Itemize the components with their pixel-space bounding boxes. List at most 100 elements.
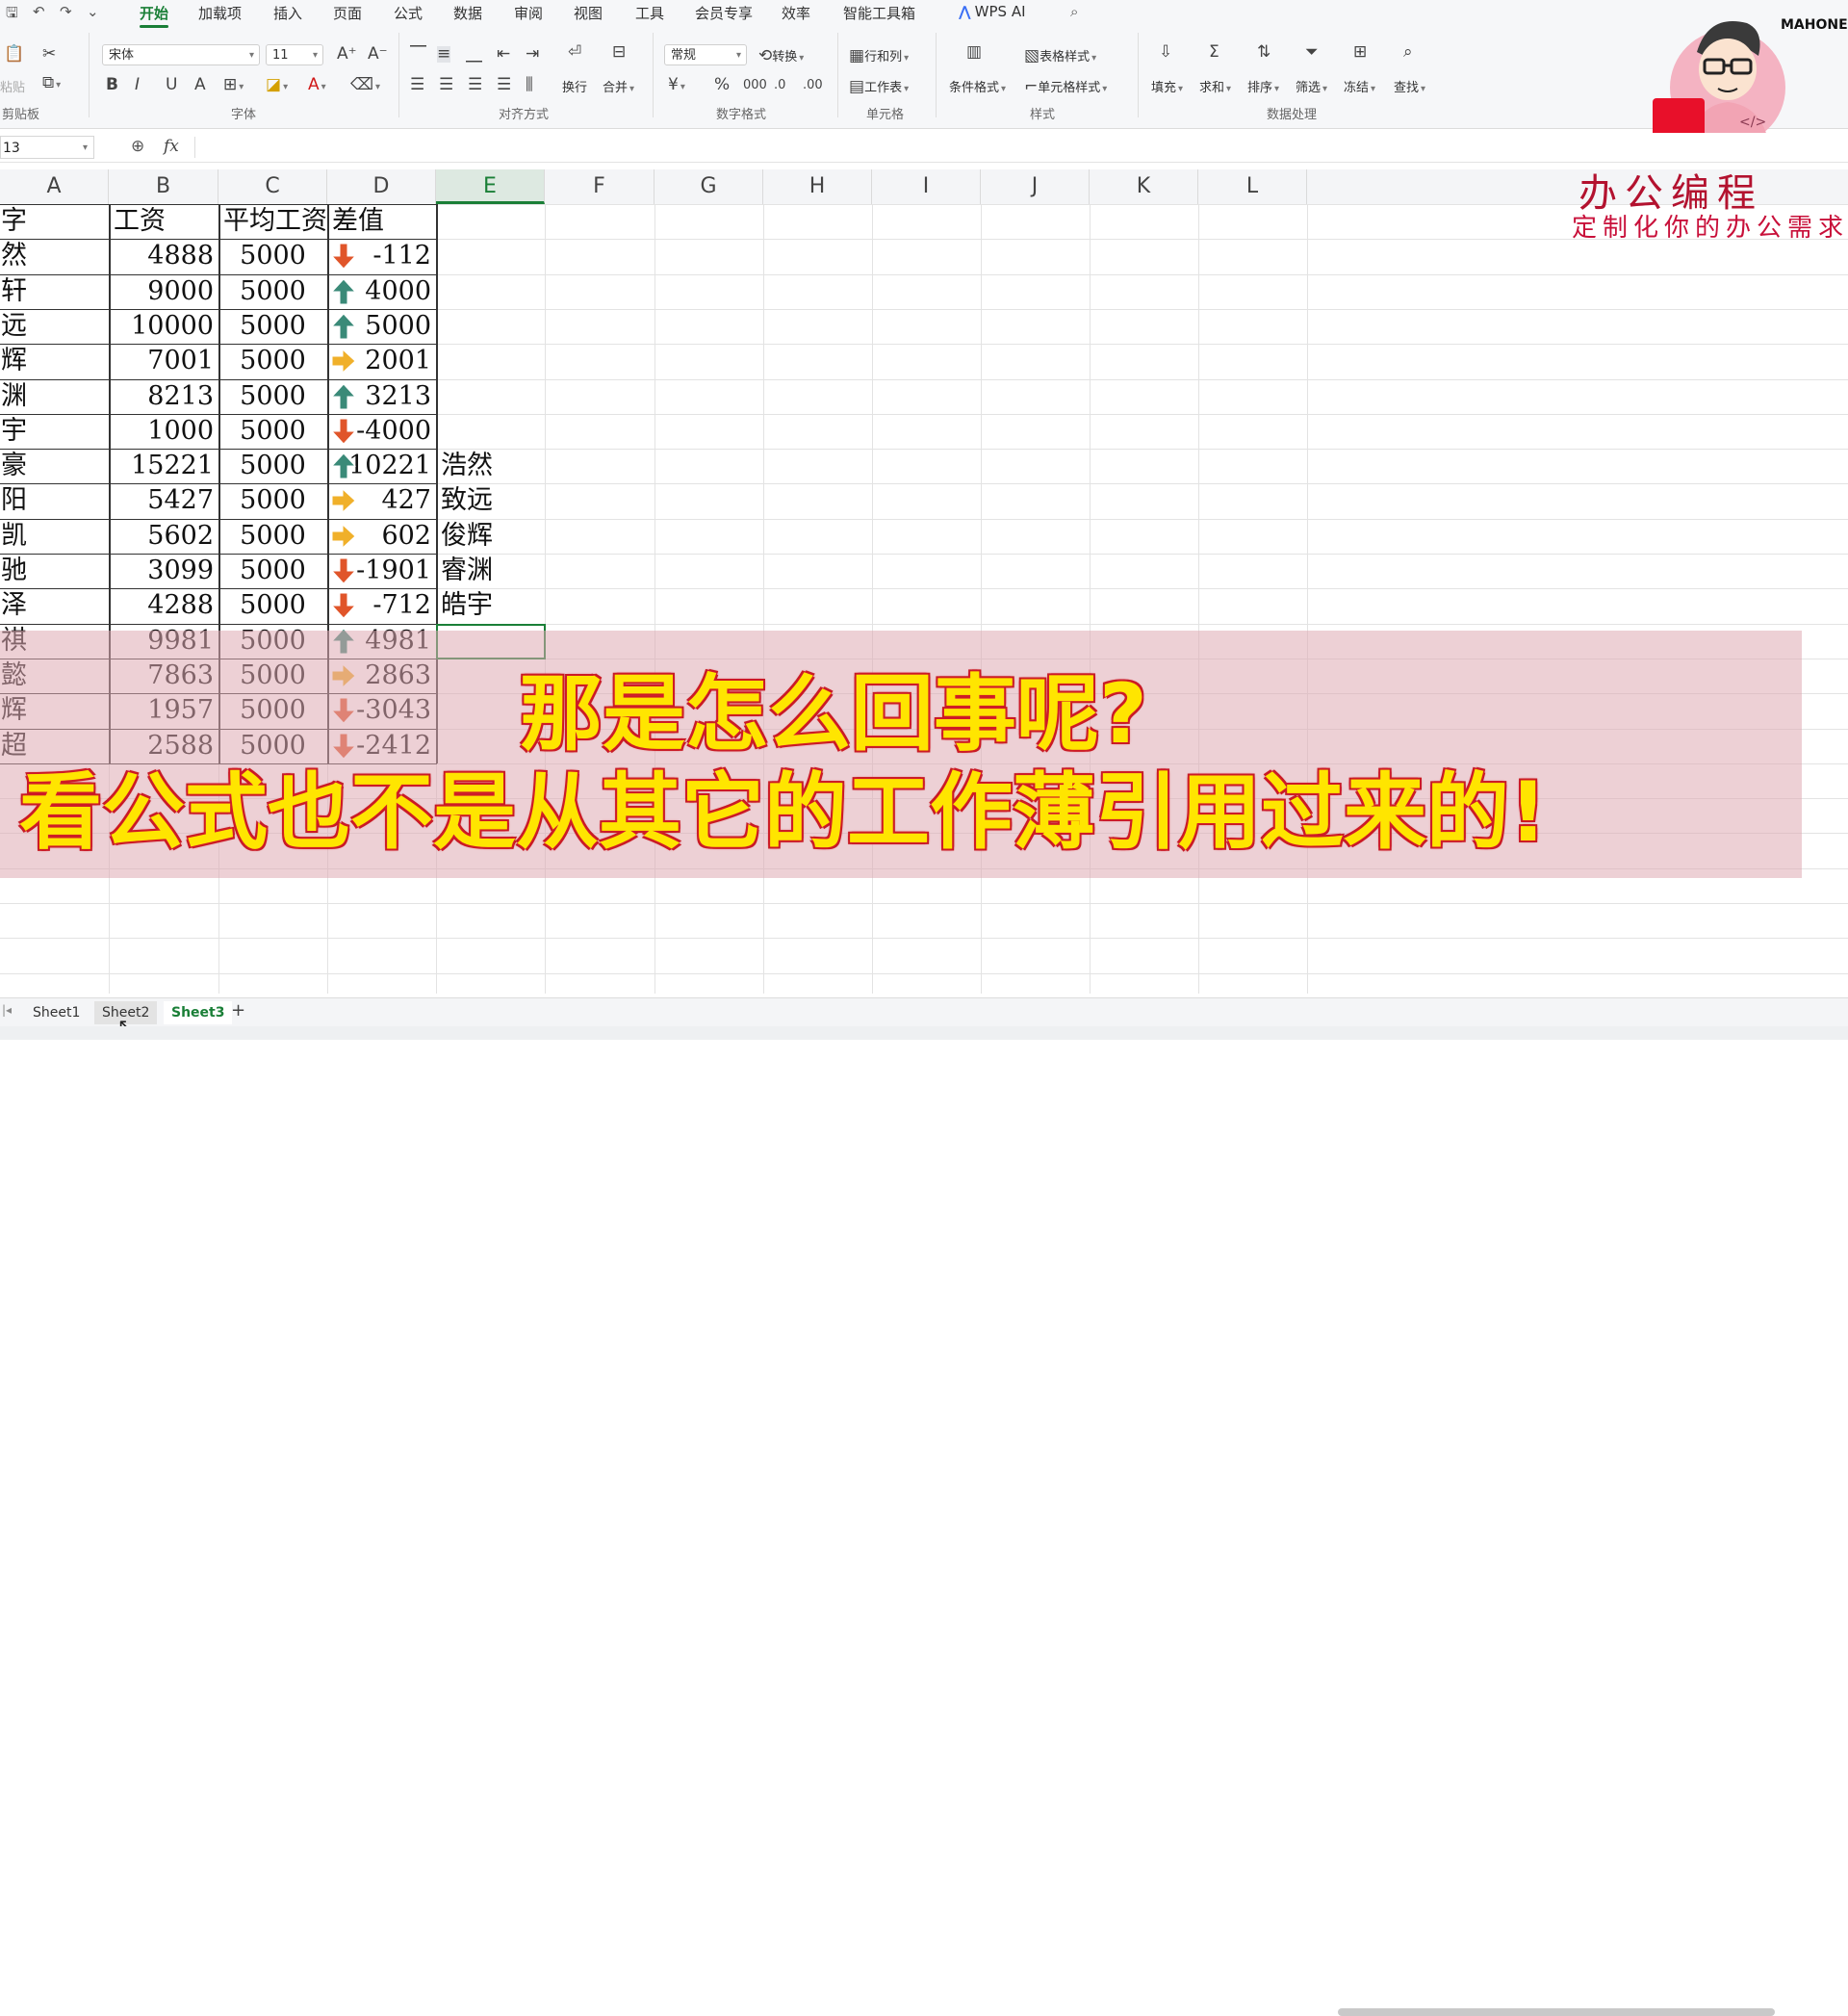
name-cell[interactable]: 宇轩 [0,274,109,309]
font-size-select[interactable]: 11 ▾ [266,44,323,65]
number-format-select[interactable]: 常规 ▾ [664,44,747,65]
column-header-B[interactable]: B [109,169,218,204]
name-cell[interactable]: 浩然 [0,239,109,273]
bold-icon[interactable]: B [106,77,118,93]
name-cell[interactable]: 致远 [0,309,109,344]
tab-addins[interactable]: 加载项 [198,3,242,23]
sheet-tab-3[interactable]: Sheet3 [164,1001,233,1024]
tab-member[interactable]: 会员专享 [695,3,753,23]
conditional-format-icon[interactable]: ▥ [966,44,982,61]
average-cell[interactable]: 5000 [218,449,327,483]
tab-view[interactable]: 视图 [574,3,603,23]
name-cell[interactable]: 梓豪 [0,449,109,483]
cut-icon[interactable]: ✂ [42,46,56,63]
column-header-F[interactable]: F [545,169,654,204]
column-header-A[interactable]: A [0,169,109,204]
column-e-cell[interactable]: 睿渊 [441,554,545,588]
header-cell-diff[interactable]: 差值 [332,204,436,239]
header-cell-name[interactable]: 名字 [0,204,109,239]
zoom-icon[interactable]: ⊕ [131,137,144,156]
name-cell[interactable]: 俊辉 [0,344,109,378]
salary-cell[interactable]: 15221 [109,449,218,483]
salary-cell[interactable]: 5427 [109,483,218,518]
convert-button[interactable]: ⟲转换 ▾ [758,46,804,65]
average-cell[interactable]: 5000 [218,588,327,623]
column-header-G[interactable]: G [654,169,763,204]
name-cell[interactable]: 皓宇 [0,414,109,449]
column-header-C[interactable]: C [218,169,327,204]
column-header-K[interactable]: K [1090,169,1198,204]
find-button[interactable]: 查找 ▾ [1394,77,1425,95]
find-icon[interactable]: ⌕ [1403,44,1413,61]
search-icon[interactable]: ⌕ [1070,3,1078,20]
undo-icon[interactable]: ↶ [33,3,45,20]
sort-icon[interactable]: ⇅ [1257,44,1270,61]
currency-icon[interactable]: ¥ ▾ [668,77,685,93]
column-e-cell[interactable]: 致远 [441,483,545,518]
column-header-I[interactable]: I [872,169,981,204]
font-name-select[interactable]: 宋体 ▾ [102,44,260,65]
salary-cell[interactable]: 10000 [109,309,218,344]
decimal-decrease-icon[interactable]: .00 [803,77,823,92]
salary-cell[interactable]: 8213 [109,379,218,414]
clear-format-icon[interactable]: ⌫ ▾ [350,77,380,93]
filter-icon[interactable]: ⏷ [1305,44,1319,61]
percent-icon[interactable]: % [714,77,730,93]
average-cell[interactable]: 5000 [218,379,327,414]
salary-cell[interactable]: 7001 [109,344,218,378]
salary-cell[interactable]: 5602 [109,519,218,554]
column-header-E[interactable]: E [436,169,545,204]
wps-ai-button[interactable]: ⋀ WPS AI [959,3,1026,20]
font-shrink-icon[interactable]: A⁻ [368,46,388,63]
filter-button[interactable]: 筛选 ▾ [1296,77,1327,95]
tab-home[interactable]: 开始 [140,3,169,28]
fill-icon[interactable]: ⇩ [1159,44,1172,61]
decimal-increase-icon[interactable]: .0 [774,77,785,92]
font-color-icon[interactable]: A ▾ [308,77,326,93]
wrap-text-button[interactable]: 换行 [562,77,587,95]
distribute-icon[interactable]: ⫼ [526,77,533,93]
tab-tools[interactable]: 工具 [635,3,664,23]
merge-button[interactable]: 合并 ▾ [603,77,634,95]
name-cell[interactable]: 睿渊 [0,379,109,414]
sum-icon[interactable]: Σ [1209,44,1219,61]
redo-icon[interactable]: ↷ [60,3,72,20]
align-bottom-icon[interactable]: ⎽ [466,46,482,63]
header-cell-salary[interactable]: 工资 [114,204,218,239]
average-cell[interactable]: 5000 [218,309,327,344]
rows-columns-button[interactable]: ▦行和列 ▾ [849,46,909,65]
average-cell[interactable]: 5000 [218,239,327,273]
column-header-H[interactable]: H [763,169,872,204]
header-cell-average[interactable]: 平均工资 [223,204,327,239]
paste-button[interactable]: 粘贴 [0,77,25,95]
salary-cell[interactable]: 4288 [109,588,218,623]
horizontal-scrollbar[interactable] [1338,2008,1775,2016]
column-e-cell[interactable]: 俊辉 [441,519,545,554]
freeze-button[interactable]: 冻结 ▾ [1344,77,1375,95]
table-style-button[interactable]: ▧表格样式 ▾ [1024,46,1096,65]
tab-data[interactable]: 数据 [453,3,482,23]
tab-smart-toolbox[interactable]: 智能工具箱 [843,3,915,23]
freeze-icon[interactable]: ⊞ [1353,44,1367,61]
thousands-icon[interactable]: 000 [743,77,767,92]
wrap-text-icon[interactable]: ⏎ [568,44,581,61]
indent-decrease-icon[interactable]: ⇤ [497,46,510,63]
function-icon[interactable]: fx [164,137,179,156]
salary-cell[interactable]: 4888 [109,239,218,273]
column-e-cell[interactable]: 皓宇 [441,588,545,623]
tab-review[interactable]: 审阅 [514,3,543,23]
sheet-tab-1[interactable]: Sheet1 [25,1001,88,1024]
align-left-icon[interactable]: ☰ [410,77,424,93]
align-right-icon[interactable]: ☰ [468,77,482,93]
tab-insert[interactable]: 插入 [273,3,302,23]
average-cell[interactable]: 5000 [218,519,327,554]
worksheet-button[interactable]: ▤工作表 ▾ [849,77,909,96]
save-icon[interactable]: 🖫 [6,3,18,27]
border-icon[interactable]: ⊞ ▾ [223,77,244,93]
name-cell[interactable]: 俊驰 [0,554,109,588]
align-top-icon[interactable]: ⎺ [410,46,426,63]
salary-cell[interactable]: 9000 [109,274,218,309]
tab-page[interactable]: 页面 [333,3,362,23]
average-cell[interactable]: 5000 [218,274,327,309]
fill-button[interactable]: 填充 ▾ [1151,77,1183,95]
